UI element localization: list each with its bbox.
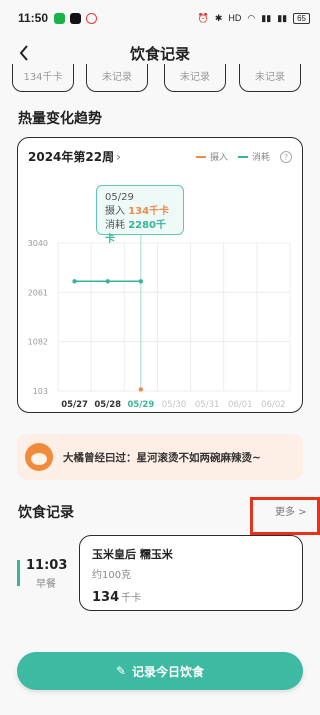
chart-tooltip: 05/29 摄入 134千卡 消耗 2280千卡	[96, 185, 184, 245]
calorie-chart: 3040 2061 1082 103 05/27 05/28 05/29 05/30 05/31…	[28, 232, 291, 410]
day-chip[interactable]: 未记录	[86, 64, 148, 92]
trend-section-title: 热量变化趋势	[18, 111, 102, 127]
battery-icon: 65	[293, 12, 310, 24]
meal-card[interactable]: 玉米皇后 糯玉米 约100克 134 千卡	[79, 535, 303, 611]
quote-banner: 大橘曾经曰过：星河滚烫不如两碗麻辣烫~	[17, 434, 303, 480]
x-tick-label: 05/30	[162, 400, 187, 410]
record-button-label: 记录今日饮食	[132, 664, 205, 679]
x-tick-label: 05/31	[195, 400, 220, 410]
calorie-value: 134	[92, 590, 120, 605]
tooltip-burn-label: 消耗	[105, 220, 125, 231]
y-tick-label: 2061	[28, 288, 48, 297]
signal-icon-2: ▮▮	[277, 12, 288, 23]
meal-type: 早餐	[36, 579, 56, 590]
wifi-icon: ◠	[247, 12, 256, 23]
y-tick-label: 1082	[28, 338, 48, 347]
day-chip[interactable]: 未记录	[164, 64, 226, 92]
mute-icon: ✱	[214, 12, 223, 23]
data-point-摄入	[138, 387, 144, 392]
quote-text: 大橘曾经曰过：星河滚烫不如两碗麻辣烫~	[63, 451, 261, 464]
tooltip-intake-row: 摄入 134千卡	[105, 205, 175, 219]
signal-icon: ▮▮	[261, 12, 272, 23]
x-tick-label: 06/01	[228, 400, 253, 410]
y-tick-label: 3040	[28, 239, 48, 248]
status-indicators: ⏰ ✱ HD ◠ ▮▮ ▮▮ 65	[197, 12, 310, 24]
trend-chart-card: 2024年第22周 › 摄入 消耗 ? 3040 2061 1082 103 05/27 0…	[17, 137, 303, 413]
back-icon[interactable]	[12, 40, 36, 66]
highlight-box	[250, 497, 320, 535]
day-chip[interactable]: 未记录	[239, 64, 301, 92]
tiktok-icon	[70, 12, 82, 24]
tooltip-intake-label: 摄入	[105, 206, 125, 217]
x-tick-label: 06/02	[261, 400, 286, 410]
cat-mascot-icon	[25, 443, 53, 471]
x-tick-label: 05/28	[94, 400, 121, 410]
alarm-icon: ⏰	[197, 12, 209, 23]
calorie-unit: 千卡	[121, 593, 142, 604]
record-today-button[interactable]: ✎ 记录今日饮食	[17, 652, 303, 690]
data-point-消耗	[138, 279, 144, 284]
x-tick-label: 05/27	[61, 400, 88, 410]
day-chip-row: 134千卡 未记录 未记录 未记录	[0, 64, 320, 96]
data-point-消耗	[72, 279, 77, 284]
data-point-消耗	[105, 279, 110, 284]
food-amount: 约100克	[92, 570, 132, 581]
tooltip-burn-row: 消耗 2280千卡	[105, 219, 175, 247]
tooltip-intake-value: 134千卡	[128, 206, 170, 217]
meal-time: 11:03	[26, 558, 68, 573]
pencil-icon: ✎	[115, 664, 127, 678]
y-tick-label: 103	[33, 387, 48, 396]
food-calories: 134 千卡	[92, 589, 290, 605]
tooltip-date: 05/29	[105, 192, 134, 203]
meal-marker	[17, 560, 20, 586]
hd-badge: HD	[228, 13, 242, 23]
status-bar: 11:50 ⏰ ✱ HD ◠ ▮▮ ▮▮ 65	[0, 0, 320, 36]
wechat-icon	[54, 12, 66, 24]
status-time: 11:50	[18, 11, 49, 25]
diet-section-title: 饮食记录	[18, 505, 74, 521]
food-name: 玉米皇后 糯玉米	[92, 548, 173, 561]
x-tick-label: 05/29	[127, 400, 154, 410]
location-pin-icon	[86, 12, 98, 24]
page-title: 饮食记录	[129, 44, 190, 63]
day-chip[interactable]: 134千卡	[12, 64, 74, 92]
